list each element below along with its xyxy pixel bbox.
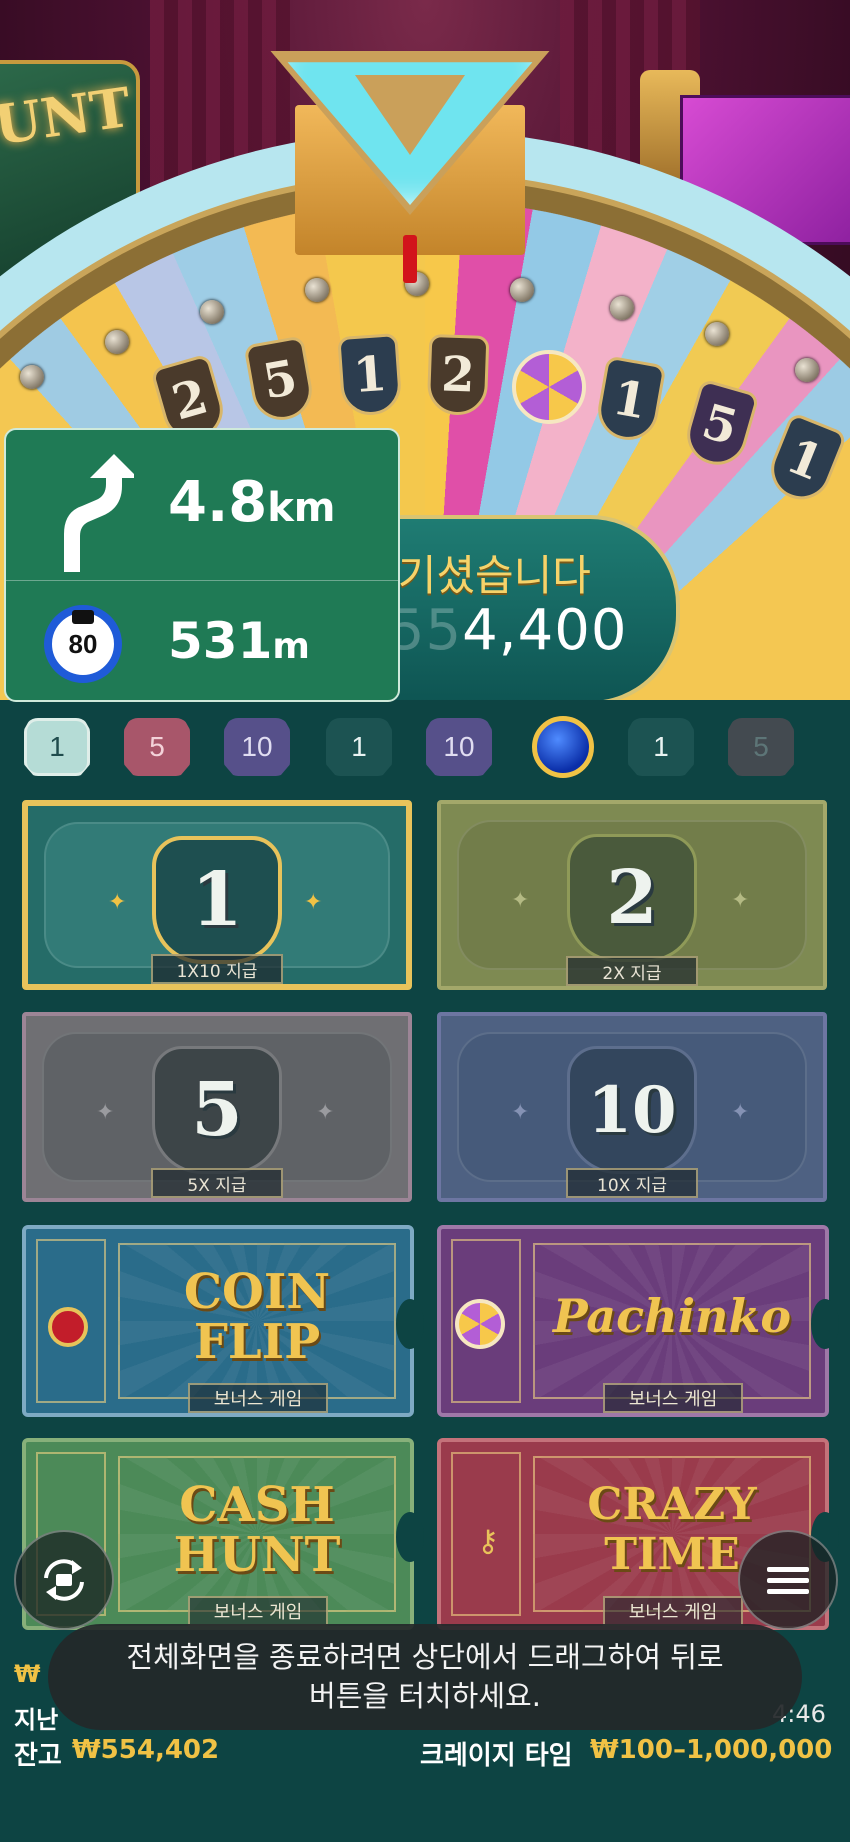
star-icon: ✦ — [304, 890, 323, 915]
wheel-rivet — [200, 300, 224, 324]
key-icon: ⚷ — [477, 1524, 499, 1559]
table-limits-value: ₩100–1,000,000 — [590, 1735, 833, 1765]
bonus-game-label: 보너스 게임 — [188, 1596, 328, 1626]
star-icon: ✦ — [511, 888, 530, 913]
history-chip: 1 — [326, 718, 392, 776]
hamburger-icon — [767, 1561, 809, 1600]
history-chip: 5 — [728, 718, 794, 776]
star-icon: ✦ — [108, 890, 127, 915]
payout-label: 10X 지급 — [566, 1168, 698, 1198]
win-amount-value: 4,400 — [462, 598, 628, 663]
game-screen: UNT 2 5 1 2 1 5 1 이기셨습니다 ₩554,400 — [0, 0, 850, 1842]
swap-camera-icon — [44, 1559, 84, 1601]
menu-button[interactable] — [738, 1530, 838, 1630]
pachinko-segment-icon — [512, 350, 586, 424]
coin-flip-logo: COIN FLIP — [183, 1264, 331, 1370]
wheel-segment: 2 — [426, 333, 490, 417]
bonus-game-label: 보너스 게임 — [603, 1383, 743, 1413]
star-icon: ✦ — [731, 888, 750, 913]
star-icon: ✦ — [96, 1100, 115, 1125]
history-chip: 10 — [426, 718, 492, 776]
payout-label: 2X 지급 — [566, 956, 698, 986]
studio-screen — [680, 95, 850, 245]
camera-distance-value: 531 — [168, 612, 273, 670]
pachinko-logo: Pachinko — [552, 1289, 792, 1343]
balance-value: ₩554,402 — [72, 1735, 220, 1765]
studio-sign: UNT — [0, 60, 140, 300]
wheel-rivet — [705, 322, 729, 346]
turn-arrow-icon — [64, 454, 134, 572]
result-history: 1 5 10 1 10 1 5 — [0, 716, 850, 782]
wheel-rivet — [510, 278, 534, 302]
wheel-rivet — [305, 278, 329, 302]
nav-divider — [6, 580, 398, 581]
wheel-rivet — [610, 296, 634, 320]
bet-number: 5 — [152, 1046, 282, 1174]
wheel-pointer — [255, 15, 575, 283]
wheel-segment: 1 — [337, 333, 403, 417]
bonus-game-label: 보너스 게임 — [603, 1596, 743, 1626]
speed-limit-value: 80 — [68, 628, 98, 659]
bet-spot-1[interactable]: ✦ ✦ 1 1X10 지급 — [22, 800, 412, 990]
wheel-rivet — [105, 330, 129, 354]
history-ball-icon — [532, 716, 594, 778]
wheel-rivet — [795, 358, 819, 382]
camera-distance-unit: m — [272, 626, 310, 667]
history-chip: 5 — [124, 718, 190, 776]
bet-spot-10[interactable]: ✦ ✦ 10 10X 지급 — [437, 1012, 827, 1202]
payout-label: 1X10 지급 — [151, 954, 283, 984]
balance-label: 잔고 — [14, 1741, 62, 1771]
speed-camera-icon — [72, 610, 94, 624]
history-chip: 10 — [224, 718, 290, 776]
cash-hunt-logo: CASH HUNT — [173, 1477, 341, 1583]
bet-spot-5[interactable]: ✦ ✦ 5 5X 지급 — [22, 1012, 412, 1202]
currency-symbol: ₩ — [14, 1660, 41, 1688]
toast-line-2: 버튼을 터치하세요. — [309, 1679, 541, 1713]
bet-number: 1 — [152, 836, 282, 964]
bonus-game-label: 보너스 게임 — [188, 1383, 328, 1413]
payout-label: 5X 지급 — [151, 1168, 283, 1198]
camera-distance: 531m — [168, 612, 310, 670]
toast-line-1: 전체화면을 종료하려면 상단에서 드래그하여 뒤로 — [126, 1640, 724, 1674]
history-chip: 1 — [628, 718, 694, 776]
bet-spot-pachinko[interactable]: Pachinko 보너스 게임 — [437, 1225, 839, 1417]
star-icon: ✦ — [731, 1100, 750, 1125]
candy-icon — [455, 1299, 505, 1349]
bet-number: 2 — [567, 834, 697, 962]
swap-view-button[interactable] — [14, 1530, 114, 1630]
wheel-rivet — [20, 365, 44, 389]
bet-number: 10 — [567, 1046, 697, 1174]
history-chip: 1 — [24, 718, 90, 776]
nav-distance: 4.8km — [168, 470, 335, 535]
star-icon: ✦ — [511, 1100, 530, 1125]
previous-label: 지난 — [14, 1706, 59, 1734]
nav-distance-value: 4.8 — [168, 470, 268, 535]
table-limits-label: 크레이지 타임 — [420, 1741, 573, 1771]
fullscreen-exit-toast: 전체화면을 종료하려면 상단에서 드래그하여 뒤로 버튼을 터치하세요. — [48, 1624, 802, 1730]
bet-spot-coin-flip[interactable]: COIN FLIP 보너스 게임 — [22, 1225, 424, 1417]
bet-spot-2[interactable]: ✦ ✦ 2 2X 지급 — [437, 800, 827, 990]
nav-distance-unit: km — [267, 485, 336, 531]
coin-icon — [48, 1307, 88, 1347]
star-icon: ✦ — [316, 1100, 335, 1125]
